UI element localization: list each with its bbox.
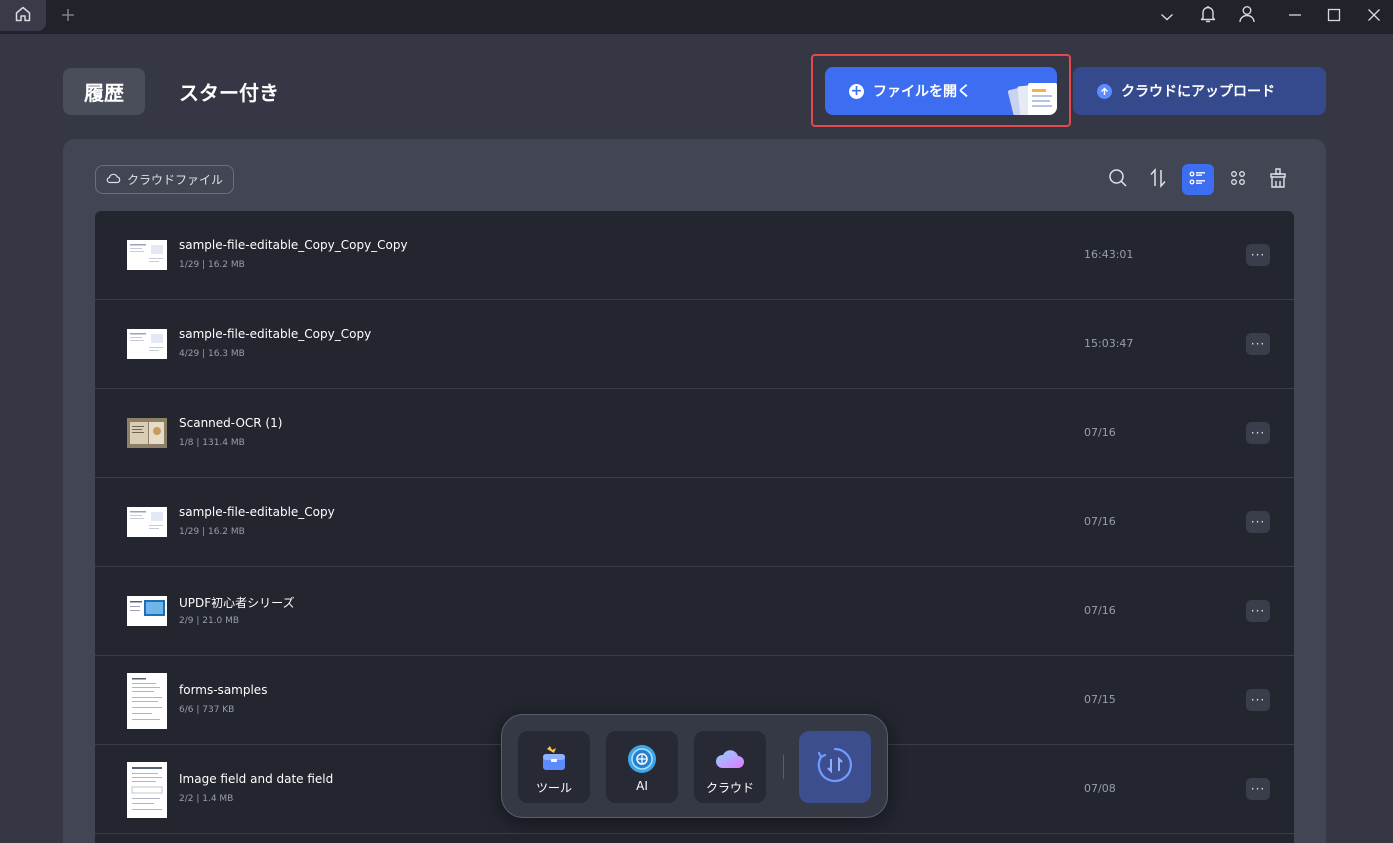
file-name: sample-file-editable_Copy_Copy (179, 327, 372, 341)
file-row[interactable]: sample-file-editable_Copy_Copy 4/29 | 16… (95, 300, 1294, 389)
ai-orb-icon (626, 743, 658, 775)
file-thumbnail (127, 507, 167, 537)
sort-button[interactable] (1142, 164, 1174, 195)
file-thumbnail (127, 240, 167, 270)
file-name: sample-file-editable_Copy_Copy_Copy (179, 238, 408, 252)
file-meta: 2/9 | 21.0 MB (179, 616, 240, 626)
chevron-down-icon (1160, 7, 1174, 26)
file-thumbnail (127, 329, 167, 359)
title-bar (0, 0, 1393, 34)
bottom-dock: ツール AI クラウド (501, 714, 888, 818)
more-options-button[interactable]: ··· (1246, 778, 1270, 800)
dock-tools-button[interactable]: ツール (518, 731, 590, 803)
cloud-icon (106, 172, 127, 187)
dock-sync-button[interactable] (799, 731, 871, 803)
minimize-button[interactable] (1282, 4, 1308, 28)
clean-icon (1268, 167, 1288, 193)
toolbox-icon (538, 743, 570, 775)
more-icon: ··· (1250, 248, 1266, 262)
search-icon (1108, 168, 1128, 192)
close-icon (1367, 7, 1381, 26)
upload-cloud-button[interactable]: クラウドにアップロード (1073, 67, 1326, 115)
file-thumbnail (127, 762, 167, 818)
arrow-up-circle-icon (1097, 83, 1112, 99)
more-icon: ··· (1250, 515, 1266, 529)
file-name: sample-file-editable_Copy (179, 505, 335, 519)
more-icon: ··· (1250, 693, 1266, 707)
file-meta: 1/29 | 16.2 MB (179, 527, 245, 537)
open-file-label: ファイルを開く (873, 84, 971, 100)
tab-starred[interactable]: スター付き (168, 68, 290, 115)
file-date: 16:43:01 (1084, 248, 1134, 261)
file-row[interactable]: sample-file-editable_Copy_Copy_Copy 1/29… (95, 211, 1294, 300)
file-date: 07/08 (1084, 782, 1116, 795)
file-row[interactable]: UPDF初心者シリーズ 2/9 | 21.0 MB 07/16 ··· (95, 567, 1294, 656)
more-icon: ··· (1250, 426, 1266, 440)
grid-view-icon (1229, 169, 1247, 191)
file-meta: 2/2 | 1.4 MB (179, 794, 234, 804)
more-options-button[interactable]: ··· (1246, 689, 1270, 711)
maximize-icon (1327, 7, 1341, 26)
close-button[interactable] (1361, 4, 1387, 28)
notifications-button[interactable] (1195, 4, 1221, 28)
plus-icon (61, 7, 75, 26)
tab-history[interactable]: 履歴 (63, 68, 145, 115)
file-name: Scanned-OCR (1) (179, 416, 283, 430)
list-view-button[interactable] (1182, 164, 1214, 195)
file-name: Image field and date field (179, 772, 334, 786)
more-options-button[interactable]: ··· (1246, 511, 1270, 533)
file-row[interactable]: Scanned-OCR (1) 1/8 | 131.4 MB 07/16 ··· (95, 389, 1294, 478)
minimize-icon (1288, 7, 1302, 26)
file-name: UPDF初心者シリーズ (179, 596, 295, 610)
home-icon (14, 5, 32, 27)
open-file-button[interactable]: + ファイルを開く (825, 67, 1057, 115)
sync-icon (815, 745, 855, 789)
user-icon (1238, 4, 1256, 28)
file-thumbnail (127, 673, 167, 729)
home-tab[interactable] (0, 0, 46, 31)
dropdown-button[interactable] (1154, 4, 1180, 28)
file-date: 07/15 (1084, 693, 1116, 706)
clean-button[interactable] (1262, 164, 1294, 195)
dock-ai-button[interactable]: AI (606, 731, 678, 803)
dock-tools-label: ツール (535, 781, 572, 795)
more-options-button[interactable]: ··· (1246, 244, 1270, 266)
bell-icon (1199, 4, 1217, 28)
file-meta: 1/8 | 131.4 MB (179, 438, 245, 448)
search-button[interactable] (1102, 164, 1134, 195)
list-view-icon (1189, 170, 1207, 190)
file-thumbnail (127, 596, 167, 626)
cloud-files-label: クラウドファイル (127, 173, 224, 187)
upload-cloud-label: クラウドにアップロード (1121, 84, 1275, 100)
more-options-button[interactable]: ··· (1246, 422, 1270, 444)
file-meta: 6/6 | 737 KB (179, 705, 235, 715)
more-icon: ··· (1250, 337, 1266, 351)
more-options-button[interactable]: ··· (1246, 333, 1270, 355)
more-options-button[interactable]: ··· (1246, 600, 1270, 622)
file-meta: 4/29 | 16.3 MB (179, 349, 245, 359)
cloud-icon (714, 743, 746, 775)
dock-cloud-label: クラウド (705, 781, 754, 795)
file-date: 07/16 (1084, 426, 1116, 439)
file-thumbnail (127, 418, 167, 448)
new-tab-button[interactable] (56, 5, 80, 27)
file-date: 07/16 (1084, 604, 1116, 617)
account-button[interactable] (1234, 4, 1260, 28)
plus-circle-icon: + (849, 83, 864, 99)
dock-ai-label: AI (636, 779, 648, 793)
file-date: 07/16 (1084, 515, 1116, 528)
maximize-button[interactable] (1321, 4, 1347, 28)
grid-view-button[interactable] (1222, 164, 1254, 195)
file-meta: 1/29 | 16.2 MB (179, 260, 245, 270)
dock-cloud-button[interactable]: クラウド (694, 731, 766, 803)
more-icon: ··· (1250, 604, 1266, 618)
file-row[interactable]: sample-file-editable_Copy 1/29 | 16.2 MB… (95, 478, 1294, 567)
documents-icon (1001, 75, 1057, 115)
cloud-files-chip[interactable]: クラウドファイル (95, 165, 234, 194)
sort-icon (1149, 167, 1167, 192)
more-icon: ··· (1250, 782, 1266, 796)
dock-separator (783, 755, 784, 779)
file-date: 15:03:47 (1084, 337, 1134, 350)
file-name: forms-samples (179, 683, 268, 697)
